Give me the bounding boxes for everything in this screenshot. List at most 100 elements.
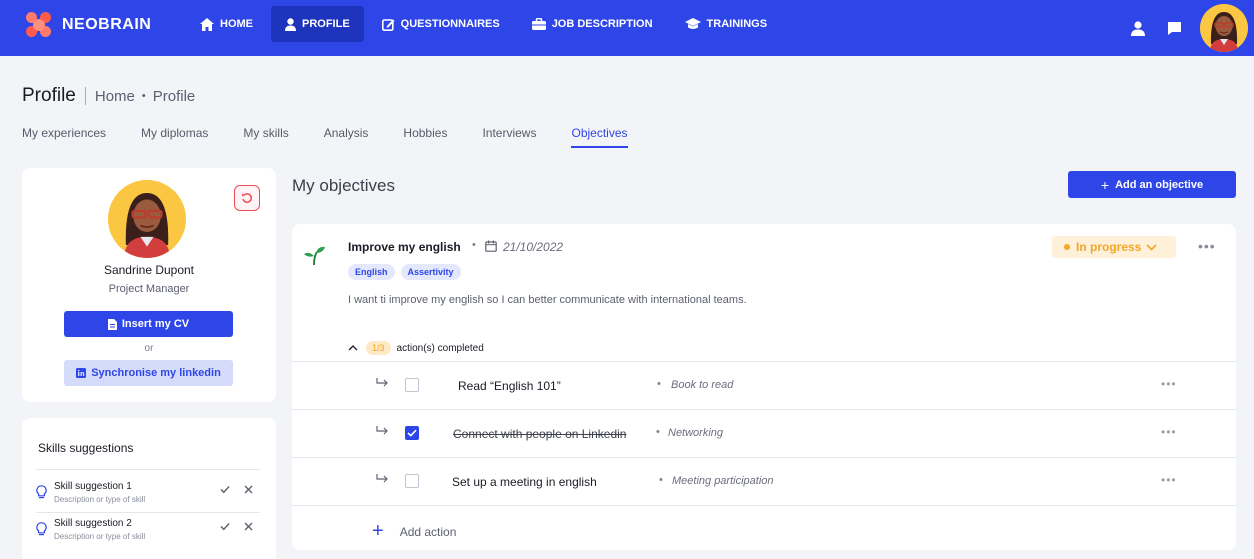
chevron-down-icon <box>1146 243 1157 251</box>
profile-name: Sandrine Dupont <box>103 263 195 277</box>
nav-job-description[interactable]: JOB DESCRIPTION <box>518 6 667 42</box>
action-checkbox[interactable] <box>405 378 419 392</box>
skills-title: Skills suggestions <box>38 441 134 455</box>
subitem-arrow-icon <box>376 474 388 483</box>
sync-linkedin-label: Synchronise my linkedin <box>91 367 221 379</box>
title-divider <box>84 87 86 105</box>
graduation-cap-icon <box>684 18 701 29</box>
status-dot-icon <box>1064 244 1070 250</box>
linkedin-icon <box>76 368 87 378</box>
breadcrumb-separator: • <box>141 90 146 102</box>
lightbulb-icon <box>36 522 47 536</box>
avatar-image <box>1200 4 1248 52</box>
action-more-menu-button[interactable]: ••• <box>1161 425 1177 439</box>
action-more-menu-button[interactable]: ••• <box>1161 473 1177 487</box>
nav-questionnaires[interactable]: QUESTIONNAIRES <box>368 6 514 42</box>
nav-trainings[interactable]: TRAININGS <box>671 6 782 42</box>
sprout-icon <box>304 246 325 266</box>
accept-skill-button[interactable] <box>220 485 230 494</box>
page-header: Profile Home • Profile <box>22 85 195 107</box>
page-title: Profile <box>22 85 76 106</box>
profile-avatar <box>108 180 186 258</box>
lightbulb-icon <box>36 485 47 499</box>
tab-objectives[interactable]: Objectives <box>571 126 628 148</box>
objective-more-menu-button[interactable]: ••• <box>1198 238 1216 254</box>
action-more-menu-button[interactable]: ••• <box>1161 377 1177 391</box>
action-type: Meeting participation <box>672 475 774 487</box>
divider <box>36 512 260 513</box>
chevron-up-icon <box>348 345 358 351</box>
breadcrumb-home[interactable]: Home <box>95 88 135 105</box>
add-objective-label: Add an objective <box>1115 178 1204 191</box>
skill-name: Skill suggestion 2 <box>54 518 132 529</box>
status-dropdown[interactable]: In progress <box>1052 236 1176 258</box>
skills-suggestions-card: Skills suggestions Skill suggestion 1 De… <box>22 418 276 559</box>
add-action-label: Add action <box>399 524 457 539</box>
briefcase-icon <box>531 18 546 30</box>
account-button[interactable] <box>1128 18 1148 38</box>
tab-my-skills[interactable]: My skills <box>243 126 288 148</box>
action-checkbox[interactable] <box>405 474 419 488</box>
subitem-arrow-icon <box>376 378 388 387</box>
chat-icon <box>1167 21 1181 35</box>
objective-tags: English Assertivity <box>348 264 467 280</box>
plus-icon: + <box>1100 176 1110 193</box>
action-row: Connect with people on Linkedin • Networ… <box>292 409 1236 457</box>
tab-hobbies[interactable]: Hobbies <box>403 126 447 148</box>
actions-toggle[interactable]: 1/3 action(s) completed <box>348 341 484 355</box>
nav-questionnaires-label: QUESTIONNAIRES <box>400 18 500 30</box>
action-separator: • <box>659 474 663 486</box>
action-separator: • <box>656 426 660 438</box>
action-name[interactable]: Read “English 101” <box>458 379 561 393</box>
tab-my-diplomas[interactable]: My diplomas <box>141 126 208 148</box>
calendar-icon <box>485 240 497 252</box>
user-avatar[interactable] <box>1200 4 1248 52</box>
add-action-button[interactable]: + Add action <box>372 520 456 543</box>
skill-description: Description or type of skill <box>54 532 146 541</box>
sync-linkedin-button[interactable]: Synchronise my linkedin <box>64 360 233 386</box>
nav-profile-label: PROFILE <box>302 18 350 30</box>
user-icon <box>285 17 296 31</box>
add-objective-button[interactable]: + Add an objective <box>1068 171 1236 198</box>
reset-profile-button[interactable] <box>234 185 260 211</box>
main-nav: HOME PROFILE QUESTIONNAIRES JOB DESCRIPT… <box>186 6 785 42</box>
tag-english[interactable]: English <box>348 264 395 280</box>
action-name[interactable]: Connect with people on Linkedin <box>453 427 626 441</box>
person-icon <box>1131 20 1145 36</box>
action-checkbox[interactable] <box>405 426 419 440</box>
brand-name: NEOBRAIN <box>62 16 152 33</box>
skill-description: Description or type of skill <box>54 495 146 504</box>
nav-home[interactable]: HOME <box>186 6 267 42</box>
tab-analysis[interactable]: Analysis <box>324 126 369 148</box>
objective-name[interactable]: Improve my english <box>348 240 461 254</box>
action-row: Set up a meeting in english • Meeting pa… <box>292 457 1236 505</box>
or-separator: or <box>144 343 154 354</box>
top-navbar: NEOBRAIN HOME PROFILE QUESTIONNAIRES JOB… <box>0 0 1254 56</box>
nav-trainings-label: TRAININGS <box>706 18 768 30</box>
skill-suggestion-item: Skill suggestion 1 Description or type o… <box>36 481 260 511</box>
home-icon <box>200 17 214 31</box>
tab-my-experiences[interactable]: My experiences <box>22 126 106 148</box>
action-row: Read “English 101” • Book to read ••• <box>292 361 1236 409</box>
action-type: Book to read <box>671 379 734 391</box>
nav-profile[interactable]: PROFILE <box>271 6 364 42</box>
action-separator: • <box>657 378 661 390</box>
action-name[interactable]: Set up a meeting in english <box>452 475 597 489</box>
tag-assertivity[interactable]: Assertivity <box>400 264 461 280</box>
accept-skill-button[interactable] <box>220 522 230 531</box>
objective-separator: • <box>472 239 476 251</box>
dismiss-skill-button[interactable] <box>244 522 253 531</box>
dismiss-skill-button[interactable] <box>244 485 253 494</box>
insert-cv-button[interactable]: Insert my CV <box>64 311 233 337</box>
objectives-title: My objectives <box>292 176 395 195</box>
tab-interviews[interactable]: Interviews <box>482 126 536 148</box>
skill-suggestion-item: Skill suggestion 2 Description or type o… <box>36 518 260 548</box>
actions-completed-label: action(s) completed <box>396 342 484 354</box>
neobrain-logo-icon <box>26 12 52 38</box>
profile-role: Project Manager <box>108 283 190 295</box>
refresh-icon <box>242 193 253 203</box>
messages-button[interactable] <box>1164 18 1184 38</box>
profile-card: Sandrine Dupont Project Manager Insert m… <box>22 168 276 402</box>
actions-count-badge: 1/3 <box>366 341 391 355</box>
brand-logo[interactable]: NEOBRAIN <box>26 12 151 38</box>
